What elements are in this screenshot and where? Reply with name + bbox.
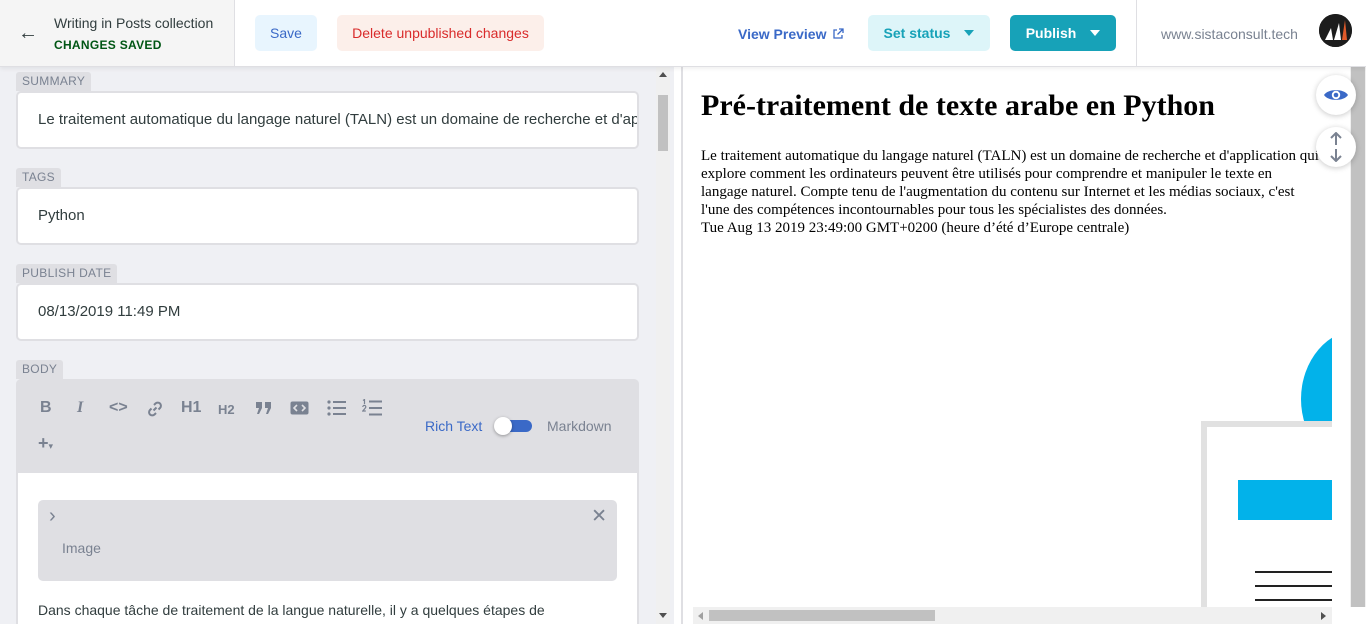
chevron-down-icon bbox=[1090, 30, 1101, 36]
tags-input[interactable]: Python bbox=[16, 187, 639, 245]
quote-icon[interactable] bbox=[255, 401, 273, 415]
bulleted-list-icon[interactable] bbox=[327, 400, 346, 416]
toggle-knob bbox=[494, 417, 512, 435]
preview-horizontal-scrollbar[interactable] bbox=[693, 607, 1332, 624]
scroll-right-icon[interactable] bbox=[1321, 612, 1326, 620]
sync-scroll-icon bbox=[1330, 132, 1342, 162]
summary-input[interactable]: Le traitement automatique du langage nat… bbox=[16, 91, 639, 149]
view-preview-link[interactable]: View Preview bbox=[738, 26, 845, 42]
chevron-down-icon bbox=[964, 30, 975, 36]
chevron-down-icon: ▾ bbox=[48, 441, 54, 451]
rich-text-label: Rich Text bbox=[425, 418, 483, 434]
publish-button[interactable]: Publish bbox=[1010, 15, 1116, 51]
external-link-icon bbox=[833, 28, 845, 39]
markdown-label: Markdown bbox=[547, 418, 612, 434]
top-bar: ← Writing in Posts collection CHANGES SA… bbox=[0, 0, 1366, 67]
preview-date: Tue Aug 13 2019 23:49:00 GMT+0200 (heure… bbox=[701, 220, 1130, 236]
decorative-line bbox=[1255, 571, 1335, 573]
scroll-up-icon[interactable] bbox=[659, 72, 667, 77]
preview-title: Pré-traitement de texte arabe en Python bbox=[701, 89, 1215, 122]
set-status-button[interactable]: Set status bbox=[868, 15, 990, 51]
rich-text-markdown-toggle[interactable] bbox=[494, 417, 532, 435]
avatar[interactable] bbox=[1319, 14, 1352, 47]
bold-icon[interactable]: B bbox=[40, 399, 52, 417]
scrollbar-thumb[interactable] bbox=[658, 95, 668, 151]
back-arrow-icon[interactable]: ← bbox=[18, 22, 38, 45]
avatar-logo-icon bbox=[1319, 14, 1352, 47]
view-preview-label: View Preview bbox=[738, 26, 827, 42]
back-to-collection[interactable]: ← Writing in Posts collection CHANGES SA… bbox=[0, 0, 235, 66]
editor-scrollbar[interactable] bbox=[656, 67, 670, 624]
decorative-frame bbox=[1201, 421, 1341, 624]
numbered-list-icon[interactable] bbox=[362, 399, 382, 417]
site-info: www.sistaconsult.tech bbox=[1136, 0, 1366, 66]
scroll-down-icon[interactable] bbox=[659, 613, 667, 618]
preview-pane: Pré-traitement de texte arabe en Python … bbox=[683, 67, 1366, 624]
scrollbar-thumb[interactable] bbox=[709, 610, 935, 621]
site-url-link[interactable]: www.sistaconsult.tech bbox=[1161, 26, 1298, 42]
save-button[interactable]: Save bbox=[255, 15, 317, 51]
collection-title: Writing in Posts collection bbox=[54, 15, 214, 31]
preview-summary: Le traitement automatique du langage nat… bbox=[701, 148, 1319, 218]
close-icon[interactable]: ✕ bbox=[591, 505, 607, 528]
set-status-label: Set status bbox=[883, 25, 951, 41]
decorative-line bbox=[1255, 585, 1335, 587]
sync-scroll-button[interactable] bbox=[1316, 127, 1356, 167]
body-text[interactable]: Dans chaque tâche de traitement de la la… bbox=[38, 602, 545, 618]
code-icon[interactable]: <> bbox=[109, 399, 128, 417]
publish-date-input[interactable]: 08/13/2019 11:49 PM bbox=[16, 283, 639, 341]
add-label: + bbox=[38, 433, 49, 453]
preview-body: Le traitement automatique du langage nat… bbox=[701, 147, 1321, 237]
body-label: BODY bbox=[16, 360, 64, 379]
body-editor[interactable]: › ✕ Image Dans chaque tâche de traitemen… bbox=[16, 473, 639, 624]
publish-date-label: PUBLISH DATE bbox=[16, 264, 118, 283]
chevron-right-icon[interactable]: › bbox=[49, 505, 56, 528]
publish-label: Publish bbox=[1025, 25, 1077, 41]
heading-two-icon[interactable]: H2 bbox=[218, 402, 235, 417]
tags-label: TAGS bbox=[16, 168, 61, 187]
heading-one-icon[interactable]: H1 bbox=[181, 399, 201, 417]
image-widget[interactable]: › ✕ Image bbox=[38, 500, 617, 581]
editor-pane: SUMMARY Le traitement automatique du lan… bbox=[0, 67, 674, 624]
summary-label: SUMMARY bbox=[16, 72, 92, 91]
save-status: CHANGES SAVED bbox=[54, 38, 162, 52]
delete-unpublished-changes-button[interactable]: Delete unpublished changes bbox=[337, 15, 544, 51]
italic-icon[interactable]: I bbox=[77, 399, 83, 417]
link-icon[interactable] bbox=[146, 400, 164, 418]
body-toolbar: B I <> H1 H2 +▾ Rich Text Markdown bbox=[16, 379, 639, 473]
decorative-line bbox=[1255, 599, 1335, 601]
eye-icon bbox=[1324, 90, 1348, 100]
code-block-icon[interactable] bbox=[290, 401, 309, 415]
decorative-blue-bar bbox=[1238, 480, 1338, 520]
toggle-preview-button[interactable] bbox=[1316, 75, 1356, 115]
add-component-icon[interactable]: +▾ bbox=[38, 433, 53, 454]
image-widget-label: Image bbox=[62, 540, 101, 556]
scroll-left-icon[interactable] bbox=[698, 612, 703, 620]
